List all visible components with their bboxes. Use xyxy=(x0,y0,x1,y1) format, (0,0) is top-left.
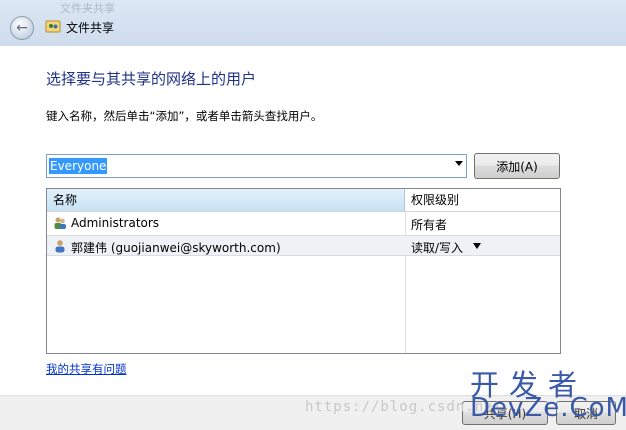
title-bar: 文件夹共享 ← 文件共享 xyxy=(0,0,626,46)
user-name-cell: 郭建伟 (guojianwei@skyworth.com) xyxy=(71,241,281,255)
back-button[interactable]: ← xyxy=(10,16,34,40)
user-group-icon xyxy=(54,217,66,229)
list-header: 名称 权限级别 xyxy=(47,189,560,212)
add-button[interactable]: 添加(A) xyxy=(474,153,560,179)
watermark-brand-en: DevZe.CoM xyxy=(470,393,626,423)
column-header-permission[interactable]: 权限级别 xyxy=(411,189,459,211)
back-arrow-icon: ← xyxy=(16,20,28,36)
permission-cell: 所有者 xyxy=(411,218,448,232)
window-title: 文件共享 xyxy=(66,21,115,35)
sharing-help-link[interactable]: 我的共享有问题 xyxy=(46,361,127,377)
permissions-list: 名称 权限级别 Administrators 所有者 郭建伟 (guojianw… xyxy=(46,188,561,354)
user-name-cell: Administrators xyxy=(71,216,160,230)
column-header-name[interactable]: 名称 xyxy=(47,189,405,211)
permission-dropdown-arrow-icon[interactable] xyxy=(473,243,481,249)
page-heading: 选择要与其共享的网络上的用户 xyxy=(46,70,257,88)
permission-cell[interactable]: 读取/写入 xyxy=(411,239,463,256)
user-name-input-value[interactable]: Everyone xyxy=(49,158,108,174)
list-item-administrators[interactable]: Administrators 所有者 xyxy=(47,213,560,234)
user-icon xyxy=(55,240,65,253)
ghost-title: 文件夹共享 xyxy=(60,2,115,15)
user-name-combobox[interactable]: Everyone xyxy=(46,154,467,178)
instruction-text: 键入名称，然后单击“添加”，或者单击箭头查找用户。 xyxy=(46,109,323,123)
list-item-guojianwei[interactable]: 郭建伟 (guojianwei@skyworth.com) 读取/写入 xyxy=(47,235,560,256)
file-share-icon xyxy=(45,20,61,33)
dropdown-arrow-icon[interactable] xyxy=(455,161,463,166)
